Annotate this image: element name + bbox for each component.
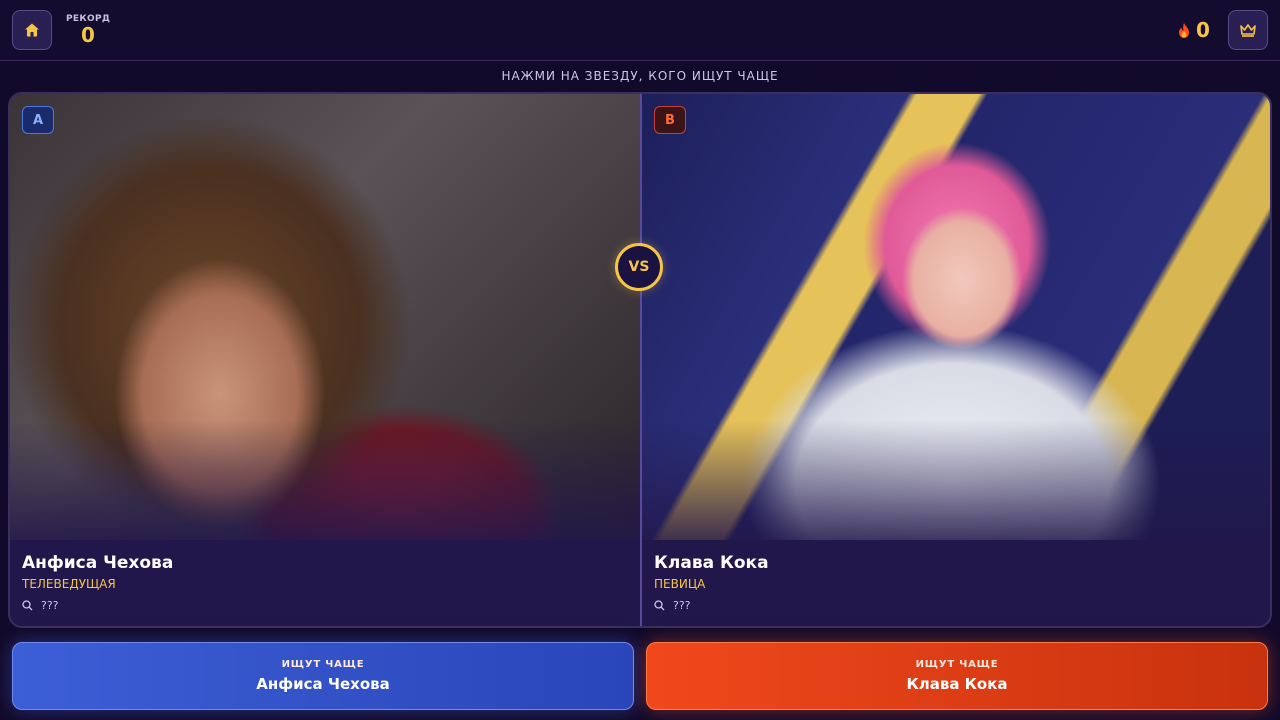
option-badge-b: B xyxy=(654,106,686,134)
celebrity-info-a: Анфиса Чехова ТЕЛЕВЕДУЩАЯ ??? xyxy=(10,540,640,626)
answer-name-b: Клава Кока xyxy=(906,675,1008,693)
celebrity-profession-b: ПЕВИЦА xyxy=(654,577,706,591)
top-bar: РЕКОРД 0 0 xyxy=(0,0,1280,61)
celebrity-info-b: Клава Кока ПЕВИЦА ??? xyxy=(642,540,1270,626)
celebrity-card-a[interactable]: A Анфиса Чехова ТЕЛЕВЕДУЩАЯ ??? xyxy=(10,94,640,626)
answer-button-b[interactable]: ИЩУТ ЧАЩЕ Клава Кока xyxy=(646,642,1268,710)
home-button[interactable] xyxy=(12,10,52,50)
leaderboard-button[interactable] xyxy=(1228,10,1268,50)
streak-value: 0 xyxy=(1196,18,1210,42)
search-count-value-a: ??? xyxy=(41,599,59,612)
answer-caption-a: ИЩУТ ЧАЩЕ xyxy=(281,659,365,670)
search-count-b: ??? xyxy=(654,599,1260,612)
answer-button-a[interactable]: ИЩУТ ЧАЩЕ Анфиса Чехова xyxy=(12,642,634,710)
search-count-value-b: ??? xyxy=(673,599,691,612)
answer-caption-b: ИЩУТ ЧАЩЕ xyxy=(915,659,999,670)
streak-display: 0 xyxy=(1178,17,1210,43)
comparison-cards: A Анфиса Чехова ТЕЛЕВЕДУЩАЯ ??? B Клава … xyxy=(8,92,1272,628)
flame-icon xyxy=(1179,22,1189,38)
celebrity-name-b: Клава Кока xyxy=(654,553,769,573)
home-icon xyxy=(25,23,39,37)
celebrity-photo-a[interactable] xyxy=(10,94,640,540)
option-badge-a: A xyxy=(22,106,54,134)
instruction-text: НАЖМИ НА ЗВЕЗДУ, КОГО ИЩУТ ЧАЩЕ xyxy=(501,69,779,83)
search-count-a: ??? xyxy=(22,599,628,612)
celebrity-card-b[interactable]: B Клава Кока ПЕВИЦА ??? xyxy=(642,94,1270,626)
celebrity-name-a: Анфиса Чехова xyxy=(22,553,174,573)
search-icon xyxy=(22,600,33,611)
record-display: РЕКОРД 0 xyxy=(66,14,110,46)
celebrity-photo-b[interactable] xyxy=(642,94,1270,540)
vs-badge: VS xyxy=(615,243,663,291)
record-value: 0 xyxy=(81,23,95,47)
answer-name-a: Анфиса Чехова xyxy=(256,675,390,693)
crown-icon xyxy=(1240,24,1256,37)
search-icon xyxy=(654,600,665,611)
celebrity-profession-a: ТЕЛЕВЕДУЩАЯ xyxy=(22,577,116,591)
